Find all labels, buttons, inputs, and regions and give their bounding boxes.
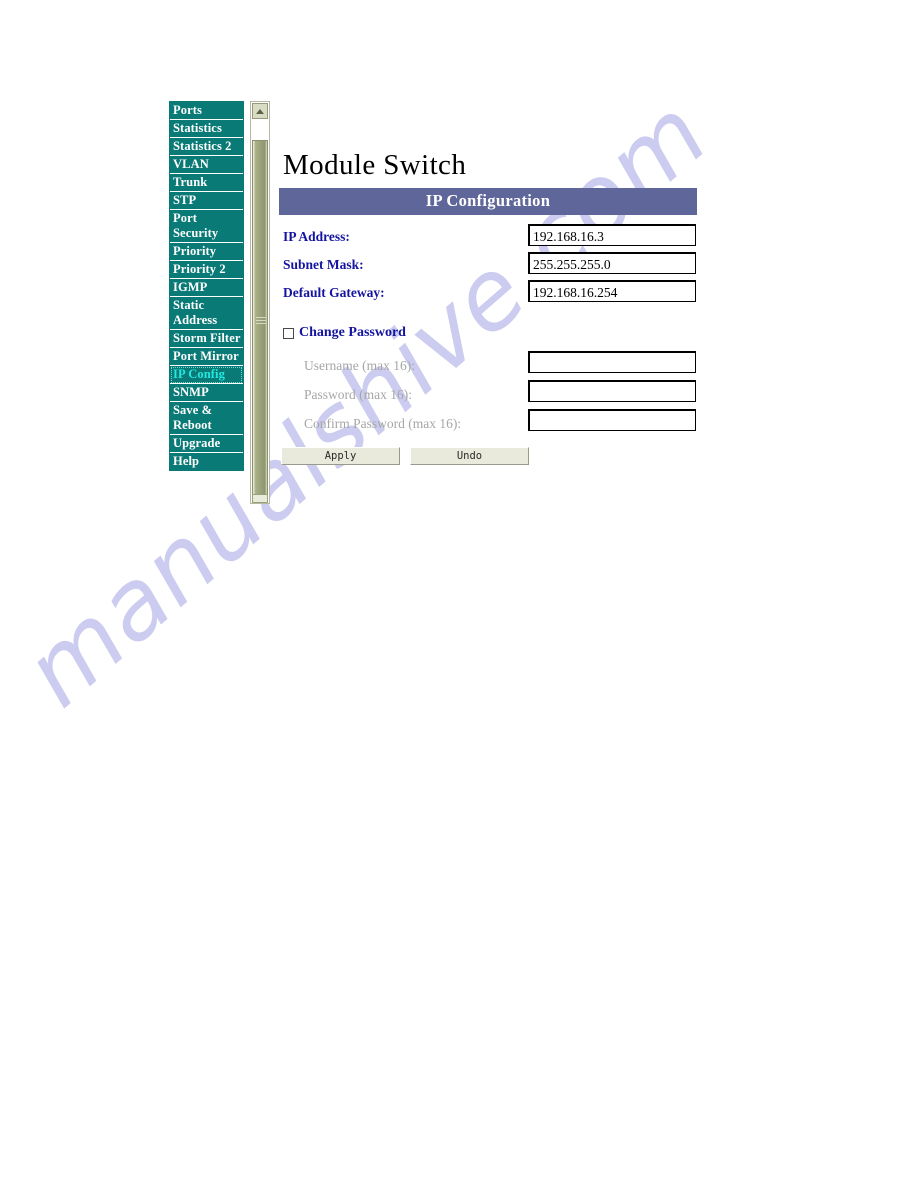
password-field-row: Password (max 16): — [279, 380, 699, 409]
field-label: Default Gateway: — [283, 285, 385, 300]
field-row: Subnet Mask: 255.255.255.0 — [279, 252, 699, 280]
password-field-label: Username (max 16): — [304, 358, 415, 373]
sidebar-item-storm-filter[interactable]: Storm Filter — [170, 330, 243, 348]
sidebar-item-static-address[interactable]: Static Address — [170, 297, 243, 330]
sidebar-item-help[interactable]: Help — [170, 453, 243, 470]
undo-button[interactable]: Undo — [410, 447, 529, 465]
sidebar-nav: Ports Statistics Statistics 2 VLAN Trunk STP P… — [169, 101, 244, 471]
field-row: Default Gateway: 192.168.16.254 — [279, 280, 699, 308]
sidebar-scrollbar[interactable] — [250, 101, 270, 504]
sidebar-item-igmp[interactable]: IGMP — [170, 279, 243, 297]
sidebar-item-save-reboot[interactable]: Save & Reboot — [170, 402, 243, 435]
password-field-input[interactable] — [528, 351, 696, 373]
scrollbar-grip-icon — [256, 317, 266, 325]
password-field-input[interactable] — [528, 409, 696, 431]
ip-configuration-fields: IP Address: 192.168.16.3 Subnet Mask: 255.2… — [279, 224, 699, 308]
change-password-row[interactable]: Change Password — [279, 325, 699, 345]
field-input[interactable]: 192.168.16.254 — [528, 280, 696, 302]
sidebar-item-vlan[interactable]: VLAN — [170, 156, 243, 174]
sidebar-item-priority[interactable]: Priority — [170, 243, 243, 261]
sidebar-item-upgrade[interactable]: Upgrade — [170, 435, 243, 453]
sidebar-item-priority-2[interactable]: Priority 2 — [170, 261, 243, 279]
sidebar-item-trunk[interactable]: Trunk — [170, 174, 243, 192]
switch-web-ui: Ports Statistics Statistics 2 VLAN Trunk STP P… — [0, 0, 918, 1188]
main-content: Module Switch IP Configuration IP Addres… — [279, 101, 699, 467]
scrollbar-thumb[interactable] — [252, 140, 268, 500]
scroll-up-button[interactable] — [252, 103, 268, 119]
panel-header: IP Configuration — [279, 188, 697, 215]
scroll-down-button[interactable] — [252, 494, 268, 503]
password-field-label: Password (max 16): — [304, 387, 412, 402]
field-label: IP Address: — [283, 229, 350, 244]
change-password-fields: Username (max 16): Password (max 16): Conf… — [279, 351, 699, 438]
field-input[interactable]: 192.168.16.3 — [528, 224, 696, 246]
field-input[interactable]: 255.255.255.0 — [528, 252, 696, 274]
sidebar-item-statistics[interactable]: Statistics — [170, 120, 243, 138]
sidebar-item-stp[interactable]: STP — [170, 192, 243, 210]
field-label: Subnet Mask: — [283, 257, 364, 272]
button-bar: Apply Undo — [279, 447, 699, 467]
sidebar-item-statistics-2[interactable]: Statistics 2 — [170, 138, 243, 156]
password-field-row: Confirm Password (max 16): — [279, 409, 699, 438]
sidebar-item-port-security[interactable]: Port Security — [170, 210, 243, 243]
password-field-row: Username (max 16): — [279, 351, 699, 380]
sidebar-item-ip-config[interactable]: IP Config — [170, 366, 243, 384]
password-field-label: Confirm Password (max 16): — [304, 416, 462, 431]
sidebar-item-snmp[interactable]: SNMP — [170, 384, 243, 402]
sidebar-item-ports[interactable]: Ports — [170, 102, 243, 120]
chevron-up-icon — [256, 108, 264, 114]
page-title: Module Switch — [283, 149, 467, 181]
sidebar-item-port-mirror[interactable]: Port Mirror — [170, 348, 243, 366]
password-field-input[interactable] — [528, 380, 696, 402]
change-password-checkbox[interactable] — [283, 328, 294, 339]
change-password-label: Change Password — [299, 325, 406, 340]
field-row: IP Address: 192.168.16.3 — [279, 224, 699, 252]
apply-button[interactable]: Apply — [281, 447, 400, 465]
